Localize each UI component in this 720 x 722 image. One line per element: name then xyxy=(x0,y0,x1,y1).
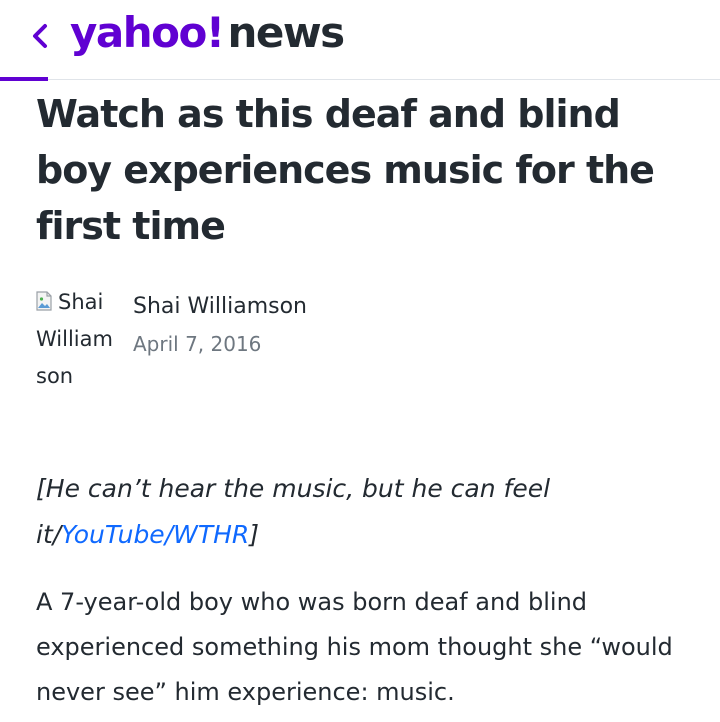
avatar[interactable]: Shai Williamson xyxy=(36,284,116,395)
app-header: yahoo! news xyxy=(0,0,720,81)
back-button[interactable] xyxy=(22,14,58,58)
broken-image-icon xyxy=(36,291,52,311)
caption-open-bracket: [ xyxy=(36,474,46,503)
active-tab-indicator xyxy=(0,77,48,81)
author-name[interactable]: Shai Williamson xyxy=(133,294,307,319)
video-caption: [He can’t hear the music, but he can fee… xyxy=(36,466,656,558)
logo-section: news xyxy=(227,8,345,57)
publish-date: April 7, 2016 xyxy=(133,332,262,356)
author-byline: Shai Williamson Shai Williamson April 7,… xyxy=(36,284,676,394)
article-paragraph: A 7-year-old boy who was born deaf and b… xyxy=(36,588,673,706)
logo-brand: yahoo! xyxy=(70,8,225,57)
yahoo-news-logo[interactable]: yahoo! news xyxy=(70,8,345,58)
caption-source-link[interactable]: YouTube/WTHR xyxy=(61,520,249,549)
chevron-left-icon xyxy=(33,24,47,48)
article-title: Watch as this deaf and blind boy experie… xyxy=(36,92,655,248)
caption-close-bracket: ] xyxy=(249,520,260,549)
